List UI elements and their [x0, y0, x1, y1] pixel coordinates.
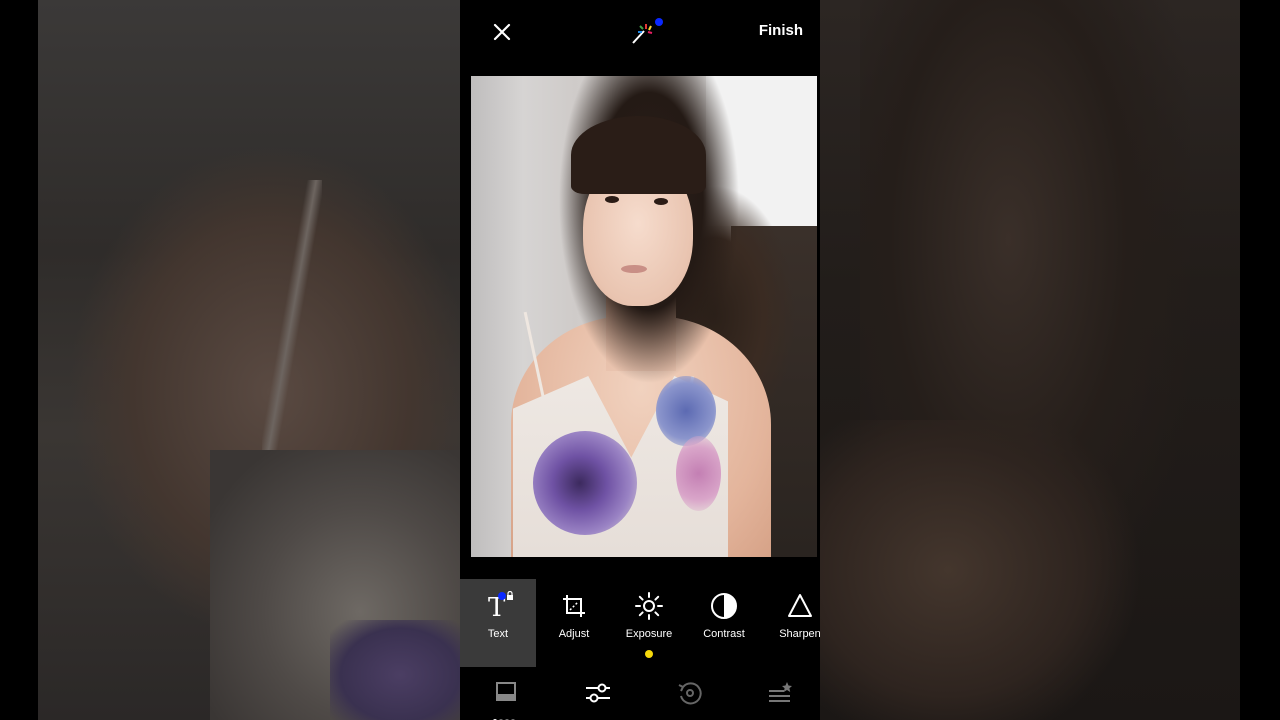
triangle-icon	[788, 594, 812, 617]
nav-presets-button[interactable]	[764, 679, 796, 707]
blurred-backdrop-left	[0, 0, 460, 720]
page-indicator	[493, 710, 519, 720]
photo-canvas[interactable]	[471, 76, 817, 557]
finish-button[interactable]: Finish	[759, 22, 803, 39]
close-icon	[493, 23, 511, 41]
looks-icon	[496, 682, 516, 701]
tool-label: Contrast	[703, 628, 745, 640]
tool-sharpen[interactable]: Sharpen	[762, 579, 820, 667]
tool-adjust[interactable]: Adjust	[536, 579, 612, 667]
tool-label: Exposure	[625, 628, 673, 640]
top-bar: Finish	[460, 0, 820, 64]
tool-label: Adjust	[558, 628, 590, 640]
tool-strip: T Text Adjust Exposure Contrast Sharpen	[460, 579, 820, 667]
photo-editor-screen: Finish T Text Adjust Exposure Contrast S…	[460, 0, 820, 720]
presets-icon	[769, 682, 792, 702]
bottom-navigation	[460, 667, 820, 720]
close-button[interactable]	[490, 20, 514, 44]
text-icon: T	[488, 591, 513, 621]
sun-icon	[635, 592, 663, 620]
contrast-icon	[711, 593, 737, 619]
nav-looks-button[interactable]	[490, 679, 522, 707]
nav-tools-button[interactable]	[582, 679, 614, 707]
tool-label: Text	[487, 628, 509, 640]
history-icon	[678, 682, 702, 705]
nav-history-button[interactable]	[674, 679, 706, 707]
active-adjustment-dot	[645, 650, 653, 658]
tool-contrast[interactable]: Contrast	[686, 579, 762, 667]
tool-exposure[interactable]: Exposure	[611, 579, 687, 667]
sliders-icon	[586, 683, 610, 703]
tool-label: Sharpen	[779, 628, 820, 640]
crop-icon	[563, 595, 585, 617]
tool-text[interactable]: T Text	[460, 579, 536, 667]
magic-wand-button[interactable]	[630, 17, 666, 47]
magic-wand-icon	[632, 18, 663, 44]
blurred-backdrop-right	[820, 0, 1280, 720]
